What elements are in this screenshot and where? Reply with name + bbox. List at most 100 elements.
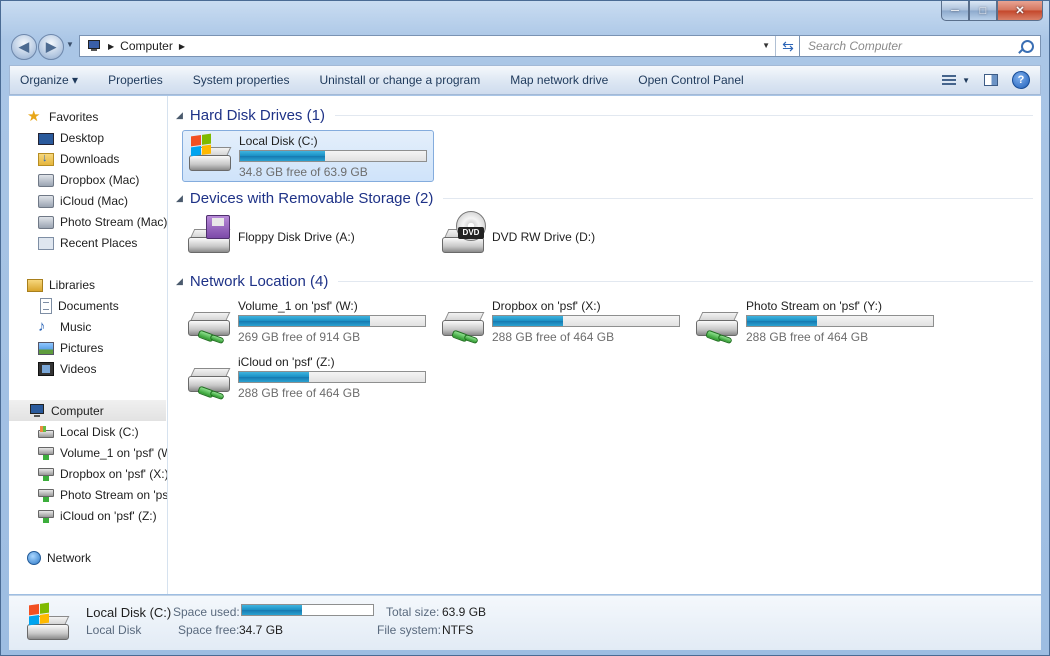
- view-options-dropdown[interactable]: ▼: [962, 76, 970, 85]
- map-network-drive-button[interactable]: Map network drive: [495, 73, 623, 87]
- network-drive-icon: [186, 354, 234, 401]
- nav-item-label: Network: [47, 550, 92, 565]
- breadcrumb-separator-icon[interactable]: ▶: [108, 42, 114, 51]
- total-size-value: 63.9 GB: [442, 605, 487, 619]
- open-control-panel-button[interactable]: Open Control Panel: [623, 73, 758, 87]
- dvd-drive-icon: DVD: [440, 211, 488, 261]
- drive-tile-floppy[interactable]: Floppy Disk Drive (A:): [182, 213, 434, 265]
- photostream-icon: [38, 216, 54, 229]
- desktop-icon: [38, 132, 54, 145]
- nav-item-desktop[interactable]: Desktop: [38, 127, 104, 148]
- collapse-triangle-icon[interactable]: ◢: [176, 276, 183, 287]
- nav-item-volume1[interactable]: Volume_1 on 'psf' (W: [38, 442, 168, 463]
- drive-name: Photo Stream on 'psf' (Y:): [746, 299, 882, 313]
- network-icon: [27, 551, 41, 565]
- address-history-dropdown[interactable]: ▼: [762, 41, 770, 50]
- drive-tile-photo-stream[interactable]: Photo Stream on 'psf' (Y:) 288 GB free o…: [690, 296, 942, 348]
- nav-item-photo-stream-mac[interactable]: Photo Stream (Mac): [38, 211, 167, 232]
- nav-item-icloud-psf[interactable]: iCloud on 'psf' (Z:): [38, 505, 157, 526]
- forward-button[interactable]: ▶: [38, 34, 64, 60]
- local-disk-icon: [38, 424, 54, 440]
- nav-item-label: Documents: [58, 298, 119, 313]
- search-icon[interactable]: [1021, 40, 1034, 53]
- organize-menu[interactable]: Organize ▾: [10, 73, 93, 87]
- change-view-icon[interactable]: [942, 74, 957, 86]
- network-drive-icon: [38, 508, 54, 524]
- search-input[interactable]: [806, 38, 1010, 54]
- dvd-badge: DVD: [458, 227, 484, 239]
- details-type: Local Disk: [86, 623, 142, 637]
- nav-item-pictures[interactable]: Pictures: [38, 337, 103, 358]
- videos-icon: [38, 362, 54, 376]
- nav-network[interactable]: Network: [27, 547, 91, 568]
- nav-item-label: iCloud (Mac): [60, 193, 129, 208]
- minimize-button[interactable]: ─: [941, 1, 969, 21]
- details-pane: Local Disk (C:) Local Disk Space used: S…: [9, 595, 1041, 650]
- group-header-hard-disk-drives[interactable]: ◢ Hard Disk Drives (1): [168, 105, 1041, 125]
- space-used-bar: [241, 604, 374, 616]
- nav-item-icloud-mac[interactable]: iCloud (Mac): [38, 190, 128, 211]
- pictures-icon: [38, 342, 54, 355]
- preview-pane-icon[interactable]: [984, 74, 998, 86]
- forward-arrow-icon: ▶: [46, 39, 56, 54]
- search-box[interactable]: [799, 35, 1041, 57]
- drive-tile-dvd[interactable]: DVD DVD RW Drive (D:): [436, 211, 688, 265]
- group-divider: [443, 197, 1033, 199]
- address-bar[interactable]: ▶ Computer ▶ ▼ ⇆: [79, 35, 801, 57]
- group-header-network-location[interactable]: ◢ Network Location (4): [168, 271, 1041, 291]
- breadcrumb-chevron-icon[interactable]: ▶: [179, 42, 185, 51]
- nav-item-label: Computer: [51, 403, 104, 418]
- nav-item-recent-places[interactable]: Recent Places: [38, 232, 137, 253]
- nav-favorites[interactable]: ★ Favorites: [27, 106, 98, 127]
- nav-item-label: Desktop: [60, 130, 105, 145]
- network-drive-icon: [694, 298, 742, 345]
- group-title: Hard Disk Drives (1): [189, 106, 325, 124]
- group-title: Devices with Removable Storage (2): [189, 189, 434, 207]
- collapse-triangle-icon[interactable]: ◢: [176, 110, 183, 121]
- nav-item-label: Videos: [60, 361, 97, 376]
- group-title: Network Location (4): [189, 272, 329, 290]
- nav-item-dropbox-psf[interactable]: Dropbox on 'psf' (X:): [38, 463, 167, 484]
- nav-item-downloads[interactable]: Downloads: [38, 148, 119, 169]
- details-name: Local Disk (C:): [86, 605, 172, 620]
- properties-button[interactable]: Properties: [93, 73, 178, 87]
- uninstall-program-button[interactable]: Uninstall or change a program: [304, 73, 495, 87]
- nav-item-dropbox-mac[interactable]: Dropbox (Mac): [38, 169, 139, 190]
- nav-item-label: Favorites: [49, 109, 99, 124]
- nav-item-label: Libraries: [49, 277, 96, 292]
- floppy-drive-icon: [186, 215, 234, 261]
- nav-libraries[interactable]: Libraries: [27, 274, 95, 295]
- local-disk-icon: [25, 602, 73, 646]
- nav-item-videos[interactable]: Videos: [38, 358, 96, 379]
- drive-usage-bar: [238, 315, 426, 327]
- breadcrumb-computer[interactable]: Computer: [120, 39, 173, 53]
- nav-item-label: Downloads: [60, 151, 120, 166]
- drive-tile-icloud[interactable]: iCloud on 'psf' (Z:) 288 GB free of 464 …: [182, 352, 434, 404]
- nav-item-label: iCloud on 'psf' (Z:): [60, 508, 157, 523]
- drive-usage-bar: [492, 315, 680, 327]
- drive-tile-dropbox[interactable]: Dropbox on 'psf' (X:) 288 GB free of 464…: [436, 296, 688, 348]
- nav-item-documents[interactable]: Documents: [38, 295, 119, 316]
- refresh-icon: ⇆: [782, 37, 794, 54]
- drive-tile-local-disk[interactable]: Local Disk (C:) 34.8 GB free of 63.9 GB: [182, 130, 434, 182]
- nav-item-local-disk[interactable]: Local Disk (C:): [38, 421, 139, 442]
- music-icon: ♪: [38, 317, 46, 335]
- close-button[interactable]: ✕: [997, 1, 1043, 21]
- nav-item-photo-stream-psf[interactable]: Photo Stream on 'ps: [38, 484, 167, 505]
- group-header-removable-storage[interactable]: ◢ Devices with Removable Storage (2): [168, 188, 1041, 208]
- system-properties-button[interactable]: System properties: [178, 73, 305, 87]
- documents-icon: [40, 297, 52, 314]
- network-drive-icon: [38, 466, 54, 482]
- network-drive-icon: [38, 487, 54, 503]
- collapse-triangle-icon[interactable]: ◢: [176, 193, 183, 204]
- help-icon[interactable]: ?: [1012, 71, 1030, 89]
- command-bar: Organize ▾ Properties System properties …: [9, 65, 1041, 95]
- recent-pages-dropdown[interactable]: ▼: [66, 40, 74, 49]
- drive-tile-volume1[interactable]: Volume_1 on 'psf' (W:) 269 GB free of 91…: [182, 296, 434, 348]
- nav-computer[interactable]: Computer: [9, 400, 166, 421]
- maximize-button[interactable]: □: [969, 1, 997, 21]
- refresh-button[interactable]: ⇆: [775, 36, 800, 56]
- nav-item-label: Volume_1 on 'psf' (W: [60, 445, 168, 460]
- back-button[interactable]: ◀: [11, 34, 37, 60]
- nav-item-music[interactable]: ♪ Music: [38, 316, 91, 337]
